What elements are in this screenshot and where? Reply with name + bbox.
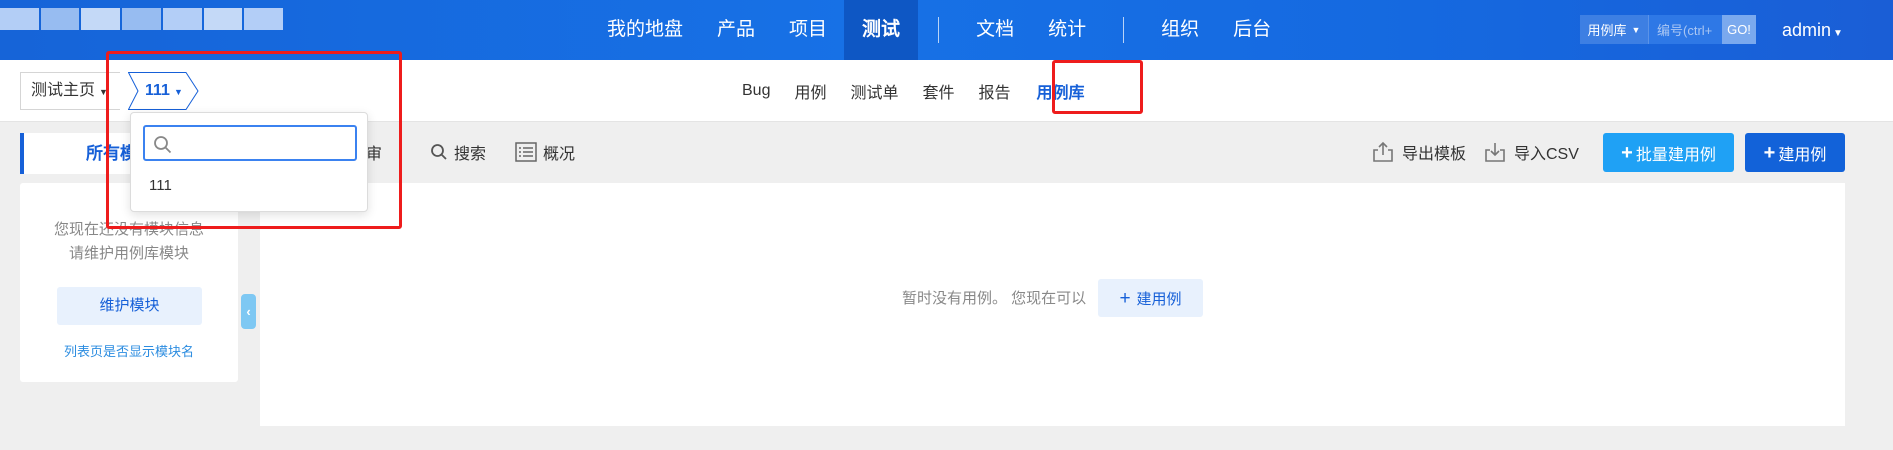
empty-state-text: 暂时没有用例。 您现在可以 bbox=[902, 290, 1087, 307]
search-type-select[interactable]: 用例库 ▼ bbox=[1580, 15, 1648, 44]
highlight-box-product-switcher bbox=[106, 51, 402, 229]
create-case-button[interactable]: + 建用例 bbox=[1745, 133, 1845, 172]
tab-suite[interactable]: 套件 bbox=[911, 79, 967, 103]
plus-icon: + bbox=[1119, 287, 1131, 309]
nav-doc[interactable]: 文档 bbox=[959, 0, 1031, 60]
batch-create-label: 批量建用例 bbox=[1635, 146, 1716, 164]
nav-my-dashboard[interactable]: 我的地盘 bbox=[590, 0, 700, 60]
search-toggle-button[interactable]: 搜索 bbox=[430, 140, 486, 164]
batch-create-case-button[interactable]: + 批量建用例 bbox=[1603, 133, 1734, 172]
export-label: 导出模板 bbox=[1402, 146, 1467, 163]
nav-test[interactable]: 测试 bbox=[844, 0, 919, 60]
search-type-label: 用例库 bbox=[1587, 23, 1627, 38]
plus-icon: + bbox=[1621, 141, 1633, 164]
import-csv-button[interactable]: 导入CSV bbox=[1484, 140, 1579, 164]
sub-nav-tabs: Bug 用例 测试单 套件 报告 用例库 bbox=[730, 60, 1099, 122]
nav-admin[interactable]: 后台 bbox=[1216, 0, 1288, 60]
plus-icon: + bbox=[1763, 141, 1776, 164]
export-template-button[interactable]: 导出模板 bbox=[1372, 140, 1466, 164]
caret-down-icon: ▼ bbox=[1631, 24, 1641, 35]
nav-divider bbox=[1123, 17, 1125, 43]
export-icon bbox=[1373, 141, 1393, 162]
nav-project[interactable]: 项目 bbox=[772, 0, 844, 60]
overview-button[interactable]: 概况 bbox=[515, 140, 575, 164]
import-label: 导入CSV bbox=[1514, 146, 1579, 163]
user-name: admin bbox=[1782, 20, 1832, 40]
tab-testtask[interactable]: 测试单 bbox=[838, 79, 910, 103]
chevron-left-icon: ‹ bbox=[246, 304, 251, 319]
search-input[interactable]: 编号(ctrl+ bbox=[1648, 15, 1722, 44]
search-icon bbox=[431, 144, 447, 160]
caret-down-icon: ▼ bbox=[1833, 28, 1843, 39]
maintain-module-button[interactable]: 维护模块 bbox=[57, 287, 202, 325]
import-icon bbox=[1485, 143, 1505, 162]
tab-case[interactable]: 用例 bbox=[782, 79, 838, 103]
user-menu[interactable]: admin ▼ bbox=[1782, 0, 1843, 60]
search-toggle-label: 搜索 bbox=[454, 146, 487, 163]
nav-org[interactable]: 组织 bbox=[1144, 0, 1216, 60]
nav-divider bbox=[938, 17, 940, 43]
tab-bug[interactable]: Bug bbox=[730, 82, 782, 100]
list-icon bbox=[515, 142, 537, 162]
breadcrumb-test-home[interactable]: 测试主页 ▼ bbox=[20, 72, 120, 110]
tab-report[interactable]: 报告 bbox=[967, 79, 1023, 103]
case-list-panel: 暂时没有用例。 您现在可以 + 建用例 bbox=[260, 183, 1845, 426]
empty-create-case-button[interactable]: + 建用例 bbox=[1098, 279, 1203, 317]
main-nav: 我的地盘 产品 项目 测试 文档 统计 组织 后台 bbox=[590, 0, 1288, 60]
company-logo[interactable] bbox=[0, 8, 285, 30]
highlight-box-caselib-tab bbox=[1052, 60, 1143, 114]
global-search: 用例库 ▼ 编号(ctrl+ GO! bbox=[1580, 15, 1756, 44]
nav-product[interactable]: 产品 bbox=[700, 0, 772, 60]
nav-stats[interactable]: 统计 bbox=[1031, 0, 1103, 60]
search-go-button[interactable]: GO! bbox=[1722, 15, 1756, 44]
sidebar-collapse-toggle[interactable]: ‹ bbox=[241, 294, 256, 329]
create-case-label: 建用例 bbox=[1778, 146, 1827, 164]
breadcrumb-home-label: 测试主页 bbox=[31, 82, 96, 99]
overview-label: 概况 bbox=[543, 146, 576, 163]
sidebar-empty-line2: 请维护用例库模块 bbox=[68, 245, 189, 262]
show-module-name-link[interactable]: 列表页是否显示模块名 bbox=[20, 341, 238, 360]
empty-create-label: 建用例 bbox=[1136, 290, 1182, 308]
